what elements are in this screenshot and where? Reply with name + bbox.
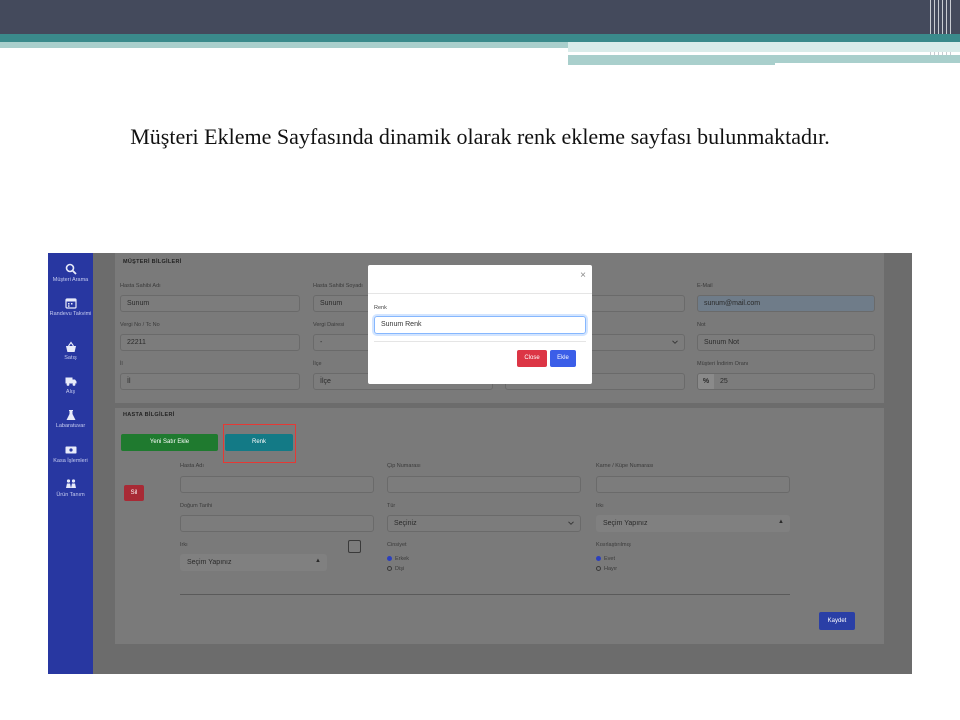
slide-stripe	[568, 42, 960, 52]
radio-empty-icon	[596, 566, 601, 571]
delete-row-button[interactable]: Sil	[124, 485, 144, 501]
close-icon[interactable]: ×	[580, 270, 586, 281]
species-select[interactable]: Seçiniz	[387, 515, 581, 532]
new-row-button[interactable]: Yeni Satır Ekle	[121, 434, 218, 451]
card-title: HASTA BİLGİLERİ	[123, 412, 175, 418]
sidebar: Müşteri Arama Randevu Takvimi Satış Alış…	[48, 253, 93, 674]
annotation-highlight	[223, 424, 296, 463]
field-label: E-Mail	[697, 283, 713, 289]
radio-selected-icon	[596, 556, 601, 561]
card-title: MÜŞTERİ BİLGİLERİ	[123, 259, 182, 265]
city-input[interactable]: İl	[120, 373, 300, 390]
sidebar-item-cash-operations[interactable]: Kasa İşlemleri	[48, 444, 93, 465]
gender-option-male[interactable]: Erkek	[387, 556, 409, 562]
modal-close-button[interactable]: Close	[517, 350, 547, 367]
discount-value: 25	[719, 378, 728, 385]
cash-register-icon	[65, 446, 76, 454]
field-label: Irkı	[596, 503, 604, 509]
modal-add-button[interactable]: Ekle	[550, 350, 576, 367]
chevron-down-icon	[672, 340, 678, 344]
sidebar-item-customer-search[interactable]: Müşteri Arama	[48, 263, 93, 284]
sidebar-item-appointments[interactable]: Randevu Takvimi	[48, 297, 93, 318]
slide-stripe	[0, 42, 568, 48]
field-label: Müşteri İndirim Oranı	[697, 361, 749, 367]
flask-icon	[66, 410, 75, 420]
people-icon	[65, 479, 76, 488]
neutered-option-no[interactable]: Hayır	[596, 566, 617, 572]
search-icon	[65, 263, 77, 275]
field-label: Vergi No / Tc No	[120, 322, 160, 328]
radio-empty-icon	[387, 566, 392, 571]
color-name-input[interactable]: Sunum Renk	[374, 316, 586, 334]
sidebar-item-laboratory[interactable]: Labaratuvar	[48, 409, 93, 430]
percent-symbol: %	[698, 374, 714, 389]
caret-icon: ▲	[315, 558, 321, 564]
sidebar-item-product-definition[interactable]: Ürün Tanım	[48, 478, 93, 499]
slide-stripe	[0, 34, 960, 42]
modal-divider	[368, 293, 592, 294]
truck-icon	[65, 377, 76, 386]
modal-divider	[374, 341, 586, 342]
sidebar-item-purchases[interactable]: Alış	[48, 375, 93, 396]
field-label: İl	[120, 361, 123, 367]
discount-input-group[interactable]: % 25	[697, 373, 875, 390]
field-label: Hasta Adı	[180, 463, 204, 469]
basket-icon	[65, 341, 76, 352]
note-input[interactable]: Sunum Not	[697, 334, 875, 351]
chip-number-input[interactable]	[387, 476, 581, 493]
birth-date-input[interactable]	[180, 515, 374, 532]
field-label: Tür	[387, 503, 396, 509]
breed-select[interactable]: Seçim Yapınız ▲	[596, 515, 790, 532]
slide-divider	[775, 63, 960, 66]
gender-option-female[interactable]: Dişi	[387, 566, 404, 572]
email-input[interactable]: sunum@mail.com	[697, 295, 875, 312]
chevron-down-icon	[568, 521, 574, 525]
caret-icon: ▲	[778, 519, 784, 525]
field-label: Hasta Sahibi Soyadı	[313, 283, 363, 289]
ear-tag-input[interactable]	[596, 476, 790, 493]
patient-checkbox[interactable]	[348, 540, 361, 553]
field-label: Vergi Dairesi	[313, 322, 345, 328]
color-field-label: Renk	[374, 305, 387, 311]
field-label: Not	[697, 322, 706, 328]
field-label: Doğum Tarihi	[180, 503, 213, 509]
neutered-option-yes[interactable]: Evet	[596, 556, 615, 562]
save-button[interactable]: Kaydet	[819, 612, 855, 630]
field-label: Karne / Küpe Numarası	[596, 463, 654, 469]
field-label: Çip Numarası	[387, 463, 421, 469]
field-label: Cinsiyet	[387, 542, 407, 548]
sidebar-item-sales[interactable]: Satış	[48, 341, 93, 362]
field-label: Hasta Sahibi Adı	[120, 283, 161, 289]
slide-top-bar	[0, 0, 960, 34]
row-divider	[180, 594, 790, 595]
slide-heading: Müşteri Ekleme Sayfasında dinamik olarak…	[130, 124, 830, 149]
color-select[interactable]: Seçim Yapınız ▲	[180, 554, 327, 571]
field-label: Irkı	[180, 542, 188, 548]
radio-selected-icon	[387, 556, 392, 561]
owner-name-input[interactable]: Sunum	[120, 295, 300, 312]
tax-no-input[interactable]: 22211	[120, 334, 300, 351]
calendar-icon	[64, 298, 77, 309]
patient-name-input[interactable]	[180, 476, 374, 493]
field-label: Kısırlaştırılmış	[596, 542, 631, 548]
color-modal: × Renk Sunum Renk Close Ekle	[368, 265, 592, 384]
field-label: İlçe	[313, 361, 322, 367]
